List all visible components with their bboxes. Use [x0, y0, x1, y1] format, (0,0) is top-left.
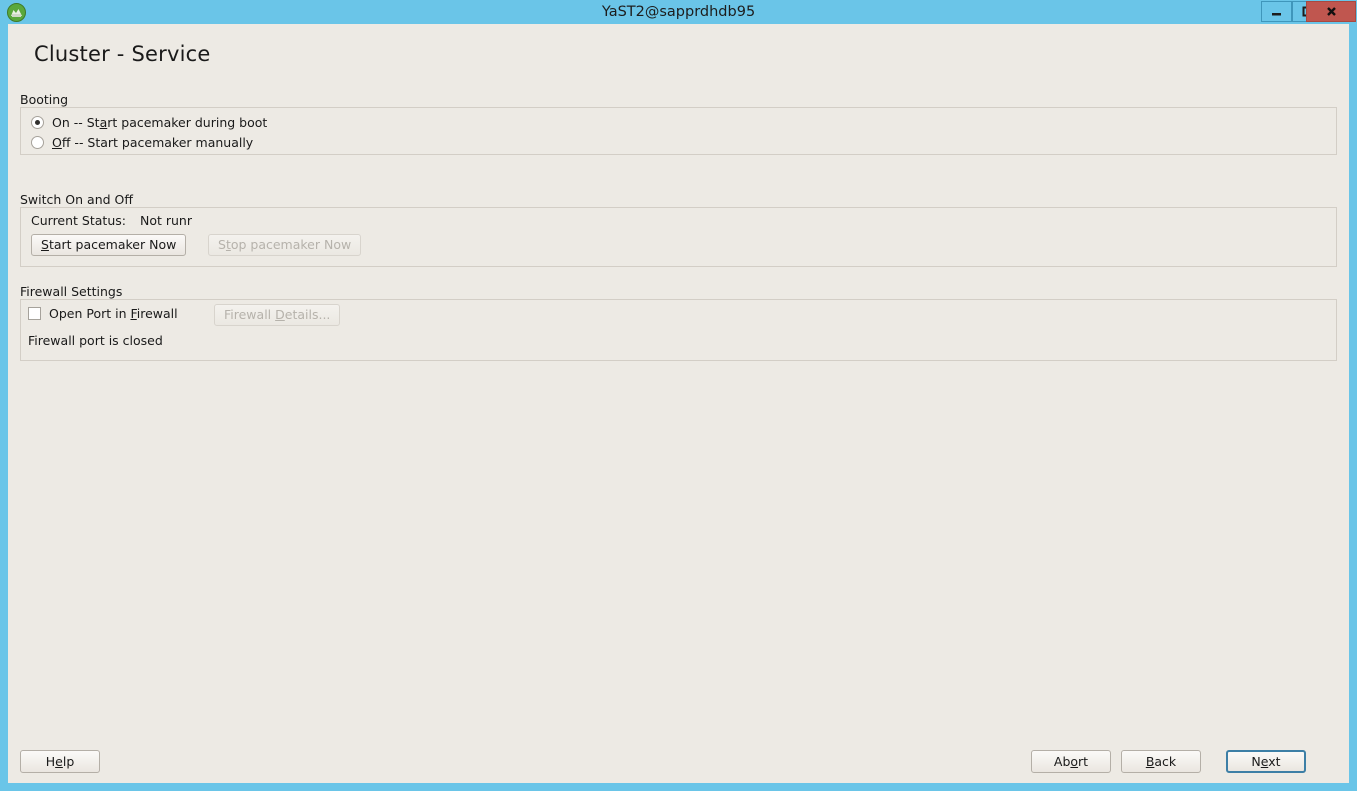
- radio-on-label: On -- Start pacemaker during boot: [52, 114, 268, 130]
- minimize-button[interactable]: [1261, 1, 1292, 22]
- yast-window: YaST2@sapprdhdb95 Cluster - Service Boot…: [0, 0, 1357, 791]
- window-titlebar[interactable]: YaST2@sapprdhdb95: [0, 0, 1357, 24]
- checkbox-indicator: [28, 307, 41, 320]
- firewall-details-button: Firewall Details...: [214, 304, 341, 326]
- dialog-client-area: Cluster - Service Booting On -- Start pa…: [8, 24, 1349, 783]
- start-pacemaker-button[interactable]: Start pacemaker Now: [31, 234, 187, 256]
- firewall-group-frame: Open Port in Firewall Firewall Details..…: [20, 299, 1337, 361]
- booting-group-label: Booting: [20, 92, 69, 107]
- back-button[interactable]: Back: [1121, 750, 1201, 773]
- close-icon: [1307, 5, 1355, 18]
- switch-group-label: Switch On and Off: [20, 192, 133, 207]
- page-title: Cluster - Service: [34, 42, 211, 66]
- stop-pacemaker-button: Stop pacemaker Now: [208, 234, 362, 256]
- radio-off-indicator: [31, 135, 44, 149]
- open-port-in-firewall-checkbox[interactable]: Open Port in Firewall: [28, 306, 178, 321]
- open-port-label: Open Port in Firewall: [49, 306, 178, 321]
- radio-on-indicator: [31, 115, 44, 129]
- radio-off-label: Off -- Start pacemaker manually: [52, 134, 254, 150]
- current-status-label: Current Status:: [31, 213, 126, 228]
- switch-group-frame: Current Status: Not runr Start pacemaker …: [20, 207, 1337, 267]
- current-status-line: Current Status: Not runr: [31, 213, 192, 228]
- current-status-value: Not runr: [139, 213, 192, 228]
- window-title: YaST2@sapprdhdb95: [601, 4, 756, 20]
- booting-group-frame: On -- Start pacemaker during boot Off --…: [20, 107, 1337, 155]
- next-button[interactable]: Next: [1226, 750, 1306, 773]
- radio-boot-on[interactable]: On -- Start pacemaker during boot: [31, 112, 267, 132]
- help-button[interactable]: Help: [20, 750, 100, 773]
- firewall-group-label: Firewall Settings: [20, 284, 123, 299]
- minimize-icon: [1262, 5, 1291, 18]
- radio-boot-off[interactable]: Off -- Start pacemaker manually: [31, 132, 253, 152]
- abort-button[interactable]: Abort: [1031, 750, 1111, 773]
- close-button[interactable]: [1306, 1, 1356, 22]
- firewall-status-text: Firewall port is closed: [28, 333, 163, 348]
